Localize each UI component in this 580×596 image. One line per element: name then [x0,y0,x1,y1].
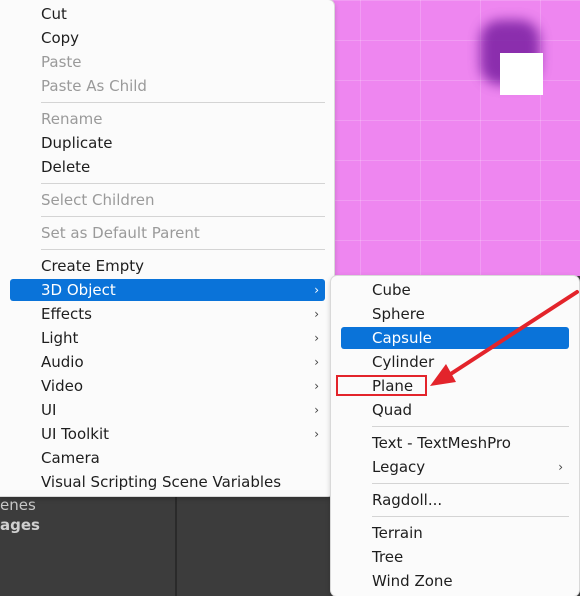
submenu-item-cylinder[interactable]: Cylinder [341,351,569,373]
submenu-arrow-icon: › [314,331,319,345]
submenu-arrow-icon: › [314,307,319,321]
submenu-item-terrain[interactable]: Terrain [341,522,569,544]
menu-item-paste: Paste [41,53,82,71]
submenu-item-capsule[interactable]: Capsule [341,327,569,349]
submenu-arrow-icon: › [314,427,319,441]
submenu-item-tree[interactable]: Tree [341,546,569,568]
menu-item-create-empty[interactable]: Create Empty [10,255,325,277]
annotation-highlight-box [336,375,427,396]
menu-item-effects[interactable]: Effects › [10,303,325,325]
submenu-item-textmeshpro[interactable]: Text - TextMeshPro [341,432,569,454]
menu-separator [372,483,569,484]
menu-item-label: UI Toolkit [41,425,110,443]
menu-separator [41,216,325,217]
submenu-item-wind-zone[interactable]: Wind Zone [341,570,569,592]
menu-item-label: Light [41,329,79,347]
scene-object-square [500,53,543,95]
menu-item-label: Video [41,377,84,395]
menu-separator [372,426,569,427]
menu-item-duplicate[interactable]: Duplicate [10,132,325,154]
submenu-item-sphere[interactable]: Sphere [341,303,569,325]
menu-item-delete[interactable]: Delete [10,156,325,178]
project-folder-label[interactable]: enes [0,496,36,514]
menu-item-camera[interactable]: Camera [10,447,325,469]
submenu-item-cube[interactable]: Cube [341,279,569,301]
menu-item-cut[interactable]: Cut [10,3,325,25]
menu-item-set-default-parent: Set as Default Parent [41,224,200,242]
menu-item-visual-scripting-scene-variables[interactable]: Visual Scripting Scene Variables [10,471,325,493]
submenu-arrow-icon: › [558,460,563,474]
menu-item-label: UI [41,401,57,419]
menu-item-light[interactable]: Light › [10,327,325,349]
menu-item-video[interactable]: Video › [10,375,325,397]
submenu-item-ragdoll[interactable]: Ragdoll... [341,489,569,511]
panel-divider [175,490,177,596]
menu-item-label: 3D Object [41,281,116,299]
submenu-item-quad[interactable]: Quad [341,399,569,421]
3d-object-submenu: Cube Sphere Capsule Cylinder Plane Quad … [331,276,579,596]
menu-item-select-children: Select Children [41,191,155,209]
submenu-arrow-icon: › [314,403,319,417]
submenu-item-legacy[interactable]: Legacy › [341,456,569,478]
menu-item-ui[interactable]: UI › [10,399,325,421]
project-folder-label[interactable]: ages [0,516,40,534]
menu-separator [372,516,569,517]
menu-item-3d-object[interactable]: 3D Object › [10,279,325,301]
submenu-arrow-icon: › [314,355,319,369]
project-panel [0,490,330,596]
menu-item-rename: Rename [41,110,103,128]
hierarchy-context-menu: Cut Copy Paste Paste As Child Rename Dup… [0,0,334,496]
menu-item-ui-toolkit[interactable]: UI Toolkit › [10,423,325,445]
menu-item-paste-as-child: Paste As Child [41,77,147,95]
menu-item-audio[interactable]: Audio › [10,351,325,373]
menu-item-label: Legacy [372,458,426,476]
menu-separator [41,102,325,103]
menu-item-label: Effects [41,305,92,323]
menu-item-copy[interactable]: Copy [10,27,325,49]
menu-separator [41,249,325,250]
submenu-arrow-icon: › [314,379,319,393]
menu-item-label: Audio [41,353,84,371]
submenu-arrow-icon: › [314,283,319,297]
menu-separator [41,183,325,184]
